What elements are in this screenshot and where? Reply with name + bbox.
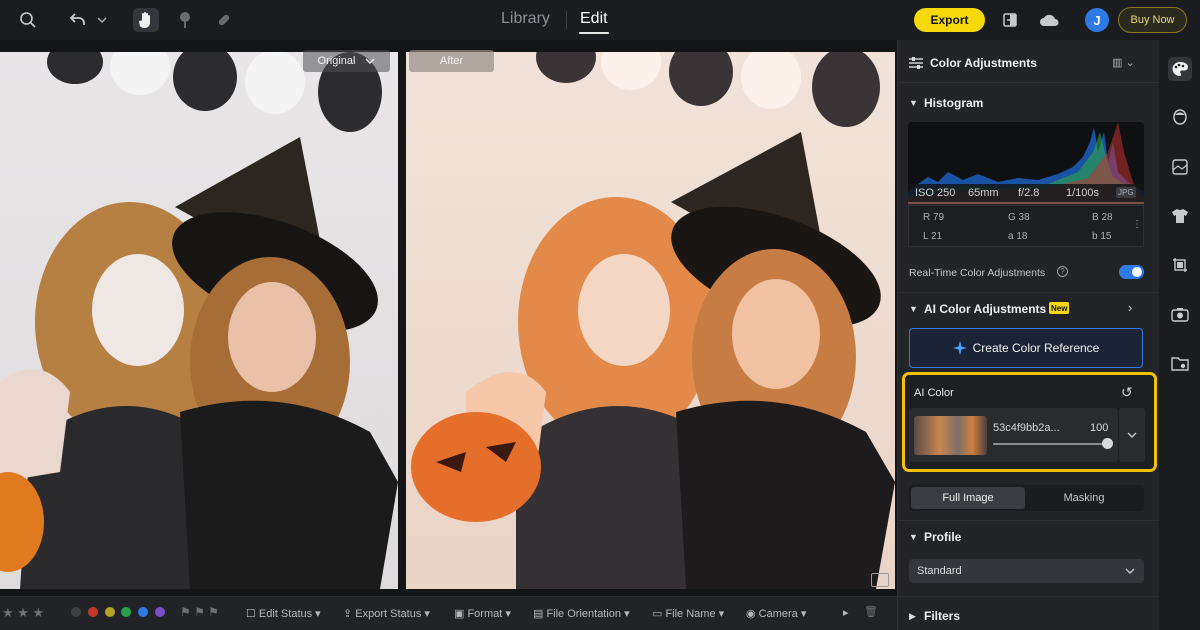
filter-export-status[interactable]: ⇪ Export Status ▾	[343, 607, 430, 620]
color-readout: R 79 G 38 B 28 L 21 a 18 b 15 ⋮	[908, 205, 1144, 247]
tab-separator	[566, 11, 567, 29]
hand-icon[interactable]	[133, 8, 159, 32]
reset-icon[interactable]: ↺	[1121, 384, 1133, 401]
face-retouch-icon[interactable]	[1168, 106, 1192, 130]
exif-iso: ISO 250	[915, 187, 956, 199]
divider	[897, 82, 1159, 83]
after-photo[interactable]	[406, 52, 895, 589]
after-label: After	[409, 50, 494, 72]
panel-header-title: Color Adjustments	[930, 56, 1037, 70]
exif-info: ISO 250 65mm f/2.8 1/100s JPG	[908, 184, 1144, 202]
color-label-blue[interactable]	[138, 607, 148, 617]
filter-file-name[interactable]: ▭ File Name ▾	[652, 607, 724, 620]
color-label-red[interactable]	[88, 607, 98, 617]
exif-aperture: f/2.8	[1018, 187, 1040, 199]
active-tab-indicator	[579, 32, 609, 34]
filter-bar: ★ ★ ★ ⚑ ⚑ ⚑ ☐ Edit Status ▾ ⇪ Export Sta…	[0, 596, 897, 630]
bandage-icon[interactable]	[211, 8, 237, 32]
filter-file-orientation[interactable]: ▤ File Orientation ▾	[533, 607, 630, 620]
color-label-purple[interactable]	[155, 607, 165, 617]
new-badge: New	[1049, 302, 1070, 314]
readout-l: L 21	[923, 231, 943, 242]
filter-format[interactable]: ▣ Format ▾	[454, 607, 511, 620]
realtime-toggle[interactable]	[1119, 265, 1144, 279]
color-label-yellow[interactable]	[105, 607, 115, 617]
palette-icon[interactable]	[1168, 57, 1192, 81]
scope-full-image[interactable]: Full Image	[911, 487, 1025, 509]
original-label[interactable]: Original	[303, 50, 390, 72]
undo-icon[interactable]	[65, 8, 91, 32]
caret-right-icon[interactable]: ▶	[909, 611, 916, 622]
ai-intensity-slider[interactable]	[993, 443, 1110, 445]
split-view-icon[interactable]	[871, 573, 889, 587]
chevron-right-icon[interactable]: ▸	[843, 606, 849, 619]
tab-edit[interactable]: Edit	[580, 10, 608, 28]
folder-preset-icon[interactable]	[1168, 351, 1192, 375]
chevron-right-icon[interactable]: ›	[1128, 300, 1132, 315]
buy-now-button[interactable]: Buy Now	[1118, 7, 1187, 33]
create-color-reference-button[interactable]: Create Color Reference	[909, 328, 1143, 368]
ai-preset-dropdown[interactable]	[1119, 408, 1145, 462]
ai-preset-name: 53c4f9bb2a...	[993, 422, 1060, 434]
chevron-down-icon	[1127, 432, 1137, 438]
flag-icon[interactable]: ⚑ ⚑ ⚑	[180, 605, 219, 619]
profile-title: Profile	[924, 530, 962, 544]
crop-icon[interactable]	[1168, 253, 1192, 277]
ai-color-title: AI Color	[914, 387, 954, 399]
exif-focal: 65mm	[968, 187, 999, 199]
readout-r: R 79	[923, 212, 945, 223]
realtime-label: Real-Time Color Adjustments	[909, 267, 1046, 279]
brush-icon[interactable]	[172, 8, 198, 32]
histogram-title: Histogram	[924, 96, 984, 110]
filters-title: Filters	[924, 609, 961, 623]
color-label-green[interactable]	[121, 607, 131, 617]
readout-b: B 28	[1092, 212, 1113, 223]
camera-icon[interactable]	[1168, 302, 1192, 326]
cloud-icon[interactable]	[1036, 8, 1062, 32]
readout-b-lab: b 15	[1092, 231, 1112, 242]
ai-intensity-value: 100	[1090, 422, 1109, 434]
caret-down-icon[interactable]: ▼	[909, 98, 918, 108]
readout-g: G 38	[1008, 212, 1030, 223]
chevron-down-icon[interactable]	[92, 8, 112, 32]
chevron-down-icon	[1125, 568, 1135, 574]
star-rating-icon[interactable]: ★ ★ ★	[2, 605, 44, 621]
scope-masking[interactable]: Masking	[1027, 487, 1141, 509]
background-icon[interactable]	[1168, 155, 1192, 179]
caret-down-icon[interactable]: ▼	[909, 532, 918, 542]
more-icon[interactable]: ⋮	[1132, 219, 1142, 230]
clothing-icon[interactable]	[1168, 204, 1192, 228]
sliders-icon	[909, 56, 923, 74]
divider	[897, 596, 1159, 597]
filter-camera[interactable]: ◉ Camera ▾	[746, 607, 806, 620]
caret-down-icon[interactable]: ▼	[909, 304, 918, 314]
ai-intensity-slider-handle[interactable]	[1102, 438, 1113, 449]
ai-color-adjustments-title: AI Color Adjustments	[924, 302, 1047, 316]
original-photo[interactable]	[0, 52, 398, 589]
avatar[interactable]: J	[1085, 8, 1109, 32]
profile-select-value: Standard	[917, 565, 962, 577]
exif-format: JPG	[1116, 187, 1136, 198]
divider	[897, 292, 1159, 293]
help-icon[interactable]: ?	[1057, 266, 1068, 277]
compare-icon[interactable]	[998, 8, 1024, 32]
filter-edit-status[interactable]: ☐ Edit Status ▾	[246, 607, 321, 620]
original-label-text: Original	[317, 55, 356, 67]
divider	[897, 520, 1159, 521]
tab-library[interactable]: Library	[501, 10, 550, 28]
create-color-reference-label: Create Color Reference	[972, 341, 1100, 355]
chevron-down-icon	[365, 58, 375, 64]
profile-select[interactable]: Standard	[909, 559, 1144, 583]
top-toolbar: Library Edit Export J Buy Now	[0, 0, 1200, 40]
trash-icon[interactable]: 🗑	[864, 605, 878, 618]
search-icon[interactable]	[15, 8, 41, 32]
readout-a: a 18	[1008, 231, 1028, 242]
panel-layout-icon[interactable]: ▥ ⌄	[1112, 56, 1135, 69]
color-label-none[interactable]	[71, 607, 81, 617]
sparkle-icon	[952, 341, 967, 355]
ai-preset-thumbnail[interactable]	[914, 416, 987, 455]
exif-shutter: 1/100s	[1066, 187, 1100, 199]
export-button[interactable]: Export	[914, 8, 985, 32]
